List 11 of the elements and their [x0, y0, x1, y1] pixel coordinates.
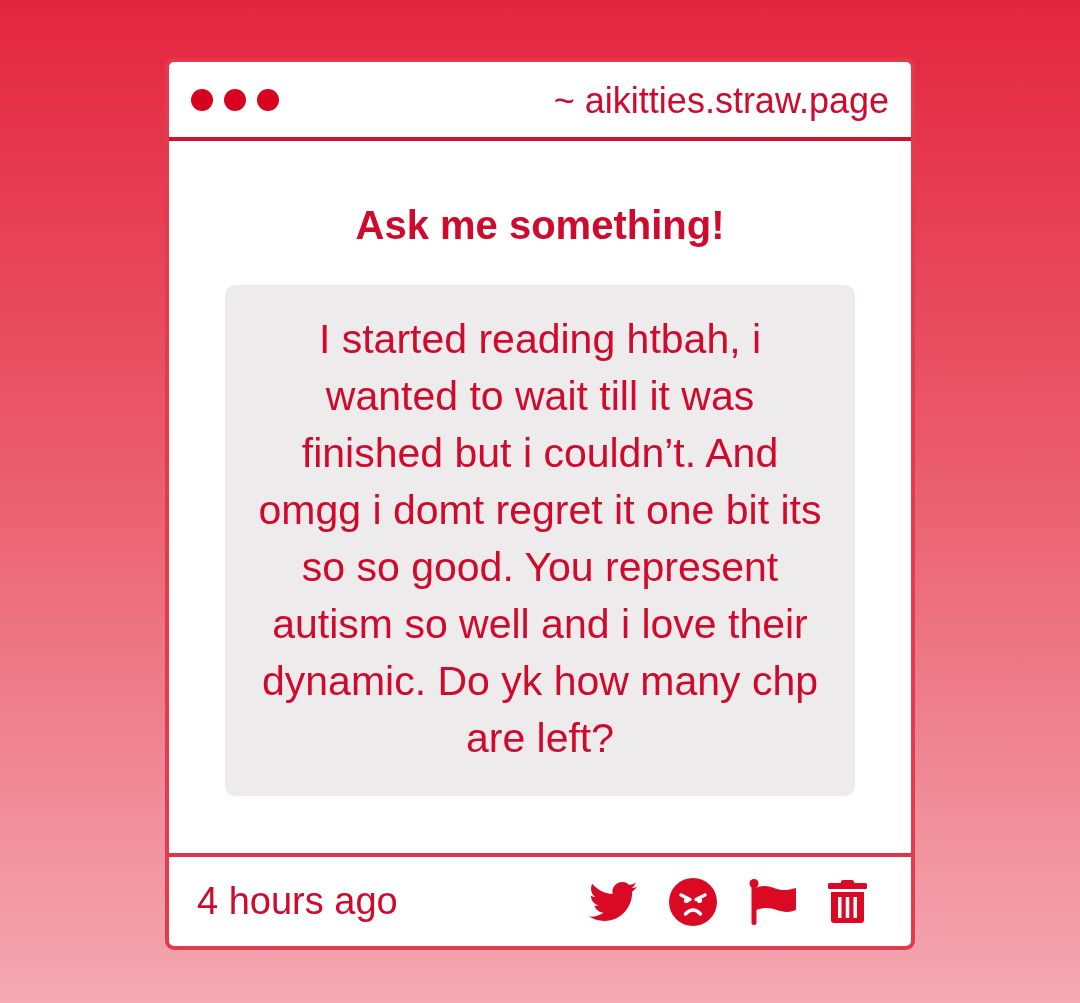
question-text: I started reading htbah, i wanted to wait till it was finished but i couldn’t. And omgg i domt regret it one bit its so so good. You represent autism so well and i love their dynamic. Do yk how many chp are left?	[257, 315, 823, 763]
angry-face-icon[interactable]	[669, 877, 717, 926]
trash-icon[interactable]	[828, 880, 867, 923]
prompt-title: Ask me something!	[355, 202, 725, 248]
window-dot-icon	[191, 88, 213, 111]
timestamp: 4 hours ago	[197, 880, 398, 923]
bird-icon[interactable]	[589, 882, 637, 921]
page-address: ~ aikitties.straw.page	[553, 78, 889, 122]
flag-icon[interactable]	[749, 878, 796, 925]
window-dot-icon	[224, 88, 246, 111]
window-dot-icon	[257, 88, 279, 111]
